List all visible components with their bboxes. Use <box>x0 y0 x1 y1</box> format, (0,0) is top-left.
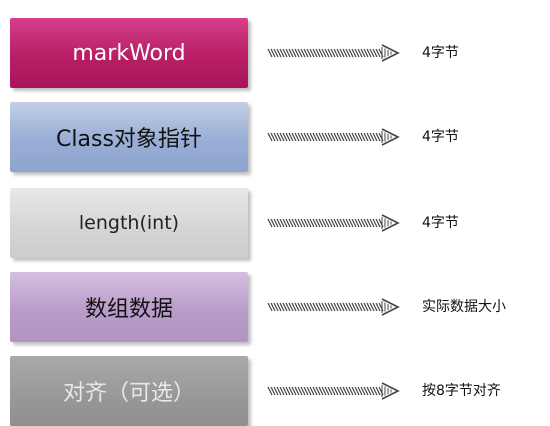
block-length: length(int) <box>10 188 248 258</box>
block-label: length(int) <box>78 212 180 234</box>
size-note: 按8字节对齐 <box>422 383 501 399</box>
block-padding: 对齐（可选） <box>10 356 248 426</box>
size-note: 4字节 <box>422 215 459 231</box>
block-label: 数组数据 <box>84 297 173 322</box>
striped-arrow-icon <box>267 44 400 62</box>
striped-arrow-icon <box>267 128 400 146</box>
block-markword: markWord <box>10 18 248 88</box>
striped-arrow-icon <box>267 382 400 400</box>
block-label: markWord <box>72 40 186 66</box>
striped-arrow-icon <box>267 298 400 316</box>
block-class-pointer: Class对象指针 <box>10 102 248 172</box>
striped-arrow-icon <box>267 214 400 232</box>
block-label: 对齐（可选） <box>62 381 195 406</box>
size-note: 实际数据大小 <box>422 299 506 315</box>
size-note: 4字节 <box>422 129 459 145</box>
block-array-data: 数组数据 <box>10 272 248 342</box>
block-label: Class对象指针 <box>56 127 202 152</box>
size-note: 4字节 <box>422 45 459 61</box>
